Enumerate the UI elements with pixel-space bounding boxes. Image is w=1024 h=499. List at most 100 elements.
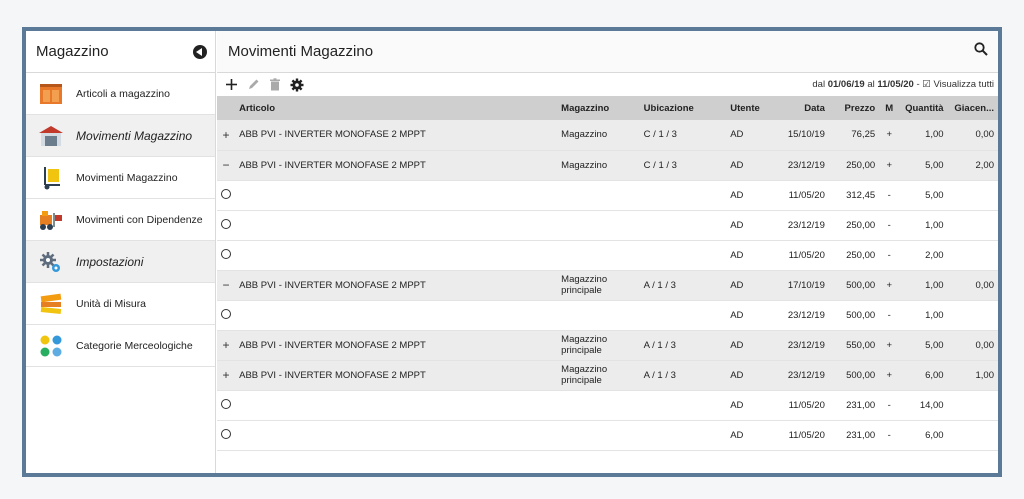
table-row[interactable]: AD 23/12/19 500,00-1,00 [217, 300, 998, 331]
trash-icon[interactable] [267, 77, 283, 93]
expand-icon[interactable]: − [223, 278, 230, 292]
cell-magazzino: Magazzino principale [557, 330, 640, 361]
show-all-checkbox[interactable]: - ☑ Visualizza tutti [916, 79, 994, 90]
sidebar-item-1[interactable]: Movimenti Magazzino [26, 115, 215, 157]
table-row[interactable]: + ABB PVI - INVERTER MONOFASE 2 MPPT Magaz… [217, 330, 998, 361]
select-radio[interactable] [217, 420, 236, 451]
cell-quantita: 2,00 [899, 240, 948, 271]
cell-articolo: ABB PVI - INVERTER MONOFASE 2 MPPT [235, 360, 558, 391]
gear-icon[interactable] [289, 77, 305, 93]
expand-icon[interactable]: + [223, 368, 230, 382]
radio-circle-icon[interactable] [221, 188, 232, 199]
cell-ubicazione [639, 300, 727, 331]
cell-m: - [879, 300, 900, 331]
search-icon[interactable] [974, 42, 988, 61]
select-radio[interactable] [217, 240, 236, 271]
expand-toggle[interactable]: + [217, 120, 236, 151]
sidebar-item-label: Movimenti Magazzino [76, 128, 193, 143]
col-articolo[interactable]: Articolo [235, 96, 558, 120]
sidebar-item-5[interactable]: Unità di Misura [26, 283, 215, 325]
expand-toggle[interactable]: − [217, 150, 236, 181]
sidebar-item-3[interactable]: Movimenti con Dipendenze [26, 199, 215, 241]
table-row[interactable]: − ABB PVI - INVERTER MONOFASE 2 MPPT Magaz… [217, 150, 998, 181]
select-radio[interactable] [217, 300, 236, 331]
table-row[interactable]: AD 11/05/20 250,00-2,00 [217, 240, 998, 271]
table-row[interactable]: AD 11/05/20 231,00-6,00 [217, 420, 998, 451]
range-prefix: dal [812, 79, 826, 90]
table-row[interactable]: AD 11/05/20 231,00-14,00 [217, 390, 998, 421]
table-row[interactable]: AD 23/12/19 250,00-1,00 [217, 210, 998, 241]
plus-icon[interactable] [223, 77, 239, 93]
main-header: Movimenti Magazzino [217, 31, 998, 73]
hand-truck-icon [38, 165, 64, 191]
cell-magazzino: Magazzino principale [557, 270, 640, 301]
cell-magazzino [557, 300, 640, 331]
col-prezzo[interactable]: Prezzo [828, 96, 880, 120]
cell-utente: AD [726, 300, 773, 331]
pencil-icon[interactable] [245, 77, 261, 93]
cell-quantita: 5,00 [899, 330, 948, 361]
table-row[interactable]: − ABB PVI - INVERTER MONOFASE 2 MPPT Magaz… [217, 270, 998, 301]
cell-articolo [235, 390, 558, 421]
select-radio[interactable] [217, 180, 236, 211]
cell-utente: AD [726, 420, 773, 451]
cell-data: 23/12/19 [772, 300, 829, 331]
radio-circle-icon[interactable] [221, 428, 232, 439]
col-magazzino[interactable]: Magazzino [557, 96, 640, 120]
cell-quantita: 14,00 [899, 390, 948, 421]
select-radio[interactable] [217, 210, 236, 241]
col-giacenza[interactable]: Giacen... [947, 96, 998, 120]
expand-icon[interactable]: + [223, 128, 230, 142]
cell-utente: AD [726, 390, 773, 421]
cell-quantita: 1,00 [899, 120, 948, 151]
cell-articolo [235, 180, 558, 211]
cell-prezzo: 500,00 [828, 270, 880, 301]
expand-toggle[interactable]: − [217, 270, 236, 301]
cell-quantita: 6,00 [899, 360, 948, 391]
sidebar-item-6[interactable]: Categorie Merceologiche [26, 325, 215, 367]
sidebar-item-4[interactable]: Impostazioni [26, 241, 215, 283]
table-row[interactable]: + ABB PVI - INVERTER MONOFASE 2 MPPT Magaz… [217, 360, 998, 391]
collapse-sidebar-icon[interactable] [193, 44, 207, 59]
cell-articolo: ABB PVI - INVERTER MONOFASE 2 MPPT [235, 270, 558, 301]
col-data[interactable]: Data [772, 96, 829, 120]
cell-data: 11/05/20 [772, 180, 829, 211]
cell-quantita: 1,00 [899, 300, 948, 331]
sidebar-item-0[interactable]: Articoli a magazzino [26, 73, 215, 115]
expand-toggle[interactable]: + [217, 330, 236, 361]
cell-m: - [879, 180, 900, 211]
sidebar-menu: Articoli a magazzino Movimenti Magazzino M… [26, 73, 215, 367]
cell-m: - [879, 210, 900, 241]
sidebar-item-label: Unità di Misura [76, 297, 147, 310]
sidebar-item-2[interactable]: Movimenti Magazzino [26, 157, 215, 199]
cell-giacenza [947, 180, 998, 211]
col-m[interactable]: M [879, 96, 900, 120]
col-ubicazione[interactable]: Ubicazione [639, 96, 727, 120]
cell-utente: AD [726, 240, 773, 271]
cell-giacenza [947, 300, 998, 331]
cell-prezzo: 250,00 [828, 210, 880, 241]
radio-circle-icon[interactable] [221, 248, 232, 259]
cell-giacenza [947, 240, 998, 271]
col-utente[interactable]: Utente [726, 96, 773, 120]
cell-prezzo: 312,45 [828, 180, 880, 211]
cell-giacenza [947, 210, 998, 241]
expand-icon[interactable]: + [223, 338, 230, 352]
table-row[interactable]: + ABB PVI - INVERTER MONOFASE 2 MPPT Magaz… [217, 120, 998, 151]
cell-ubicazione: A / 1 / 3 [639, 330, 727, 361]
range-to: 11/05/20 [877, 79, 914, 90]
cell-magazzino: Magazzino [557, 120, 640, 151]
cell-giacenza: 0,00 [947, 330, 998, 361]
expand-toggle[interactable]: + [217, 360, 236, 391]
cell-prezzo: 231,00 [828, 390, 880, 421]
radio-circle-icon[interactable] [221, 308, 232, 319]
cell-utente: AD [726, 210, 773, 241]
select-radio[interactable] [217, 390, 236, 421]
col-quantita[interactable]: Quantità [899, 96, 948, 120]
radio-circle-icon[interactable] [221, 398, 232, 409]
date-range[interactable]: dal 01/06/19 al 11/05/20 - ☑ Visualizza … [812, 79, 994, 90]
radio-circle-icon[interactable] [221, 218, 232, 229]
table-row[interactable]: AD 11/05/20 312,45-5,00 [217, 180, 998, 211]
cell-ubicazione [639, 210, 727, 241]
expand-icon[interactable]: − [223, 158, 230, 172]
